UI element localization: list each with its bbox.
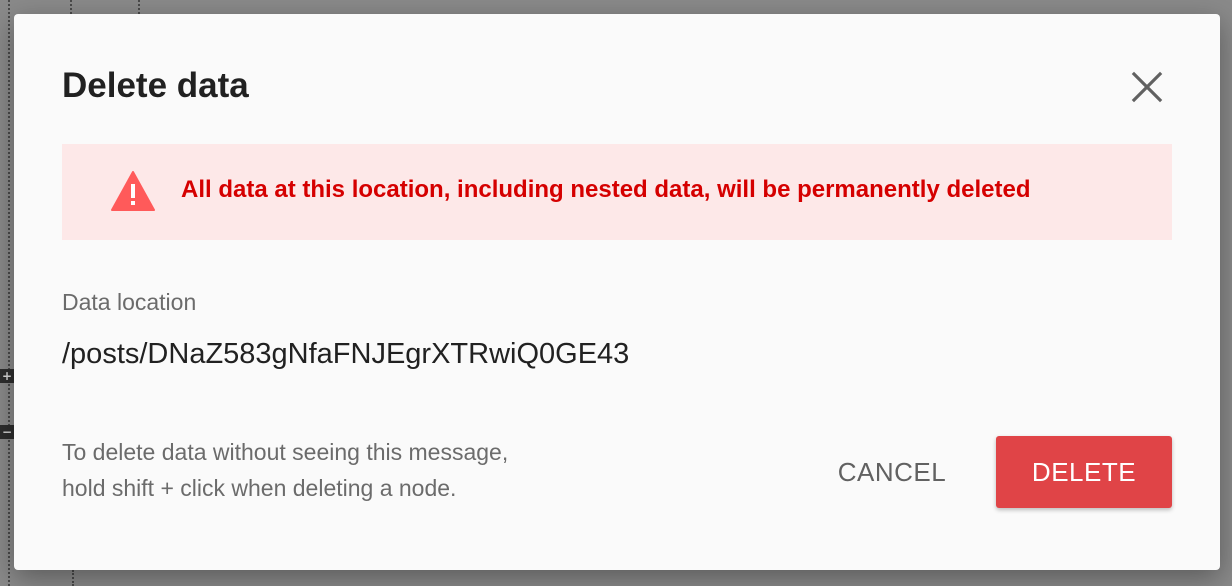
shift-click-hint: To delete data without seeing this messa… <box>62 434 508 506</box>
warning-banner: All data at this location, including nes… <box>62 144 1172 240</box>
cancel-button[interactable]: CANCEL <box>822 436 962 508</box>
close-icon <box>1131 71 1163 103</box>
warning-message: All data at this location, including nes… <box>181 176 1031 203</box>
tree-connector-line <box>70 0 72 14</box>
dialog-title: Delete data <box>62 66 249 105</box>
expand-node-icon[interactable]: + <box>0 369 14 383</box>
collapse-node-icon[interactable]: − <box>0 425 14 439</box>
tree-connector-line <box>8 0 10 586</box>
warning-triangle-icon <box>111 171 155 211</box>
data-location-label: Data location <box>62 289 197 315</box>
tree-connector-line <box>72 570 74 586</box>
hint-line: To delete data without seeing this messa… <box>62 439 509 465</box>
delete-button[interactable]: DELETE <box>996 436 1172 508</box>
data-location-value: /posts/DNaZ583gNfaFNJEgrXTRwiQ0GE43 <box>62 338 630 370</box>
tree-connector-line <box>138 0 140 14</box>
close-button[interactable] <box>1126 66 1168 108</box>
delete-data-dialog: Delete data All data at this location, i… <box>14 14 1220 570</box>
hint-line: hold shift + click when deleting a node. <box>62 475 457 501</box>
